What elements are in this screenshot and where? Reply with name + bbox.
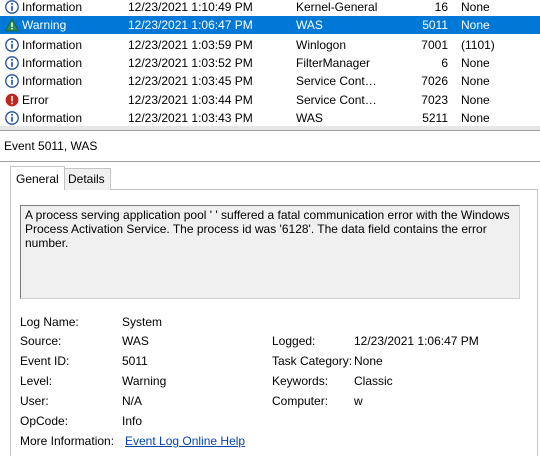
info-icon [5, 111, 19, 125]
event-date: 12/23/2021 1:10:49 PM [128, 0, 253, 14]
event-task-category: None [461, 0, 490, 14]
error-icon [5, 93, 19, 107]
event-source: Kernel-General [296, 0, 378, 14]
event-level: Information [22, 38, 83, 52]
level-label: Level: [20, 374, 53, 388]
event-detail-title: Event 5011, WAS [4, 139, 98, 153]
log-name-value: System [122, 315, 163, 329]
event-level: Warning [22, 18, 67, 32]
tab-general[interactable]: General [10, 166, 65, 190]
event-message-box[interactable]: A process serving application pool ' ' s… [20, 205, 520, 299]
user-value: N/A [122, 394, 143, 408]
event-row[interactable]: Warning 12/23/2021 1:06:47 PM WAS 5011 None [0, 16, 540, 34]
event-list[interactable]: Information 12/23/2021 1:10:49 PM Kernel-G… [0, 0, 540, 126]
event-task-category: None [461, 74, 490, 88]
opcode-label: OpCode: [20, 414, 69, 428]
info-icon [5, 56, 19, 70]
event-task-category: None [461, 111, 490, 125]
event-message-text: A process serving application pool ' ' s… [25, 208, 510, 250]
info-icon [5, 74, 19, 88]
event-date: 12/23/2021 1:03:43 PM [128, 111, 253, 125]
event-task-category: (1101) [461, 38, 495, 52]
event-date: 12/23/2021 1:03:59 PM [128, 38, 253, 52]
event-detail-header: Event 5011, WAS [0, 130, 540, 162]
computer-label: Computer: [272, 394, 329, 408]
event-date: 12/23/2021 1:03:52 PM [128, 56, 253, 70]
log-name-label: Log Name: [20, 315, 79, 329]
event-id: 7023 [421, 93, 448, 107]
tab-details[interactable]: Details [62, 168, 111, 190]
event-row[interactable]: Information 12/23/2021 1:03:52 PM FilterMa… [0, 54, 540, 72]
info-icon [5, 0, 19, 14]
event-source: FilterManager [296, 56, 371, 70]
event-level: Error [22, 93, 49, 107]
event-id: 7001 [421, 38, 448, 52]
user-label: User: [20, 394, 49, 408]
more-information-label: More Information: [20, 434, 115, 448]
event-row[interactable]: Error 12/23/2021 1:03:44 PM Service Contro… [0, 91, 540, 109]
event-row[interactable]: Information 12/23/2021 1:03:45 PM Service … [0, 72, 540, 90]
task-category-label: Task Category: [272, 354, 353, 368]
event-row[interactable]: Information 12/23/2021 1:03:43 PM WAS 5211 N… [0, 109, 540, 126]
info-icon [5, 38, 19, 52]
event-level: Information [22, 56, 83, 70]
event-id-value: 5011 [122, 354, 148, 368]
computer-value: w [354, 394, 363, 408]
event-id: 7026 [421, 74, 448, 88]
event-source: WAS [296, 111, 323, 125]
event-task-category: None [461, 56, 490, 70]
event-source: Service Control Manager [296, 93, 378, 107]
event-source: WAS [296, 18, 323, 32]
event-date: 12/23/2021 1:03:45 PM [128, 74, 253, 88]
task-category-value: None [354, 354, 383, 368]
event-id: 5011 [422, 18, 448, 32]
event-log-online-help-link[interactable]: Event Log Online Help [125, 433, 245, 449]
event-level: Information [22, 74, 83, 88]
event-id: 6 [441, 56, 448, 70]
opcode-value: Info [122, 414, 143, 428]
event-id-label: Event ID: [20, 354, 70, 368]
level-value: Warning [122, 374, 167, 388]
event-source: Service Control Manager [296, 74, 378, 88]
event-id: 5211 [422, 111, 448, 125]
event-row[interactable]: Information 12/23/2021 1:03:59 PM Winlogon… [0, 36, 540, 54]
keywords-label: Keywords: [272, 374, 329, 388]
event-task-category: None [461, 93, 490, 107]
event-date: 12/23/2021 1:03:44 PM [128, 93, 253, 107]
event-task-category: None [461, 18, 490, 32]
logged-label: Logged: [272, 334, 316, 348]
event-level: Information [22, 111, 83, 125]
event-id: 16 [434, 0, 448, 14]
keywords-value: Classic [354, 374, 393, 388]
event-level: Information [22, 0, 83, 14]
source-label: Source: [20, 334, 62, 348]
event-row[interactable]: Information 12/23/2021 1:10:49 PM Kernel-G… [0, 0, 540, 16]
warning-icon [5, 18, 19, 32]
logged-value: 12/23/2021 1:06:47 PM [354, 334, 479, 348]
event-source: Winlogon [296, 38, 347, 52]
event-date: 12/23/2021 1:06:47 PM [128, 18, 253, 32]
source-value: WAS [122, 334, 149, 348]
